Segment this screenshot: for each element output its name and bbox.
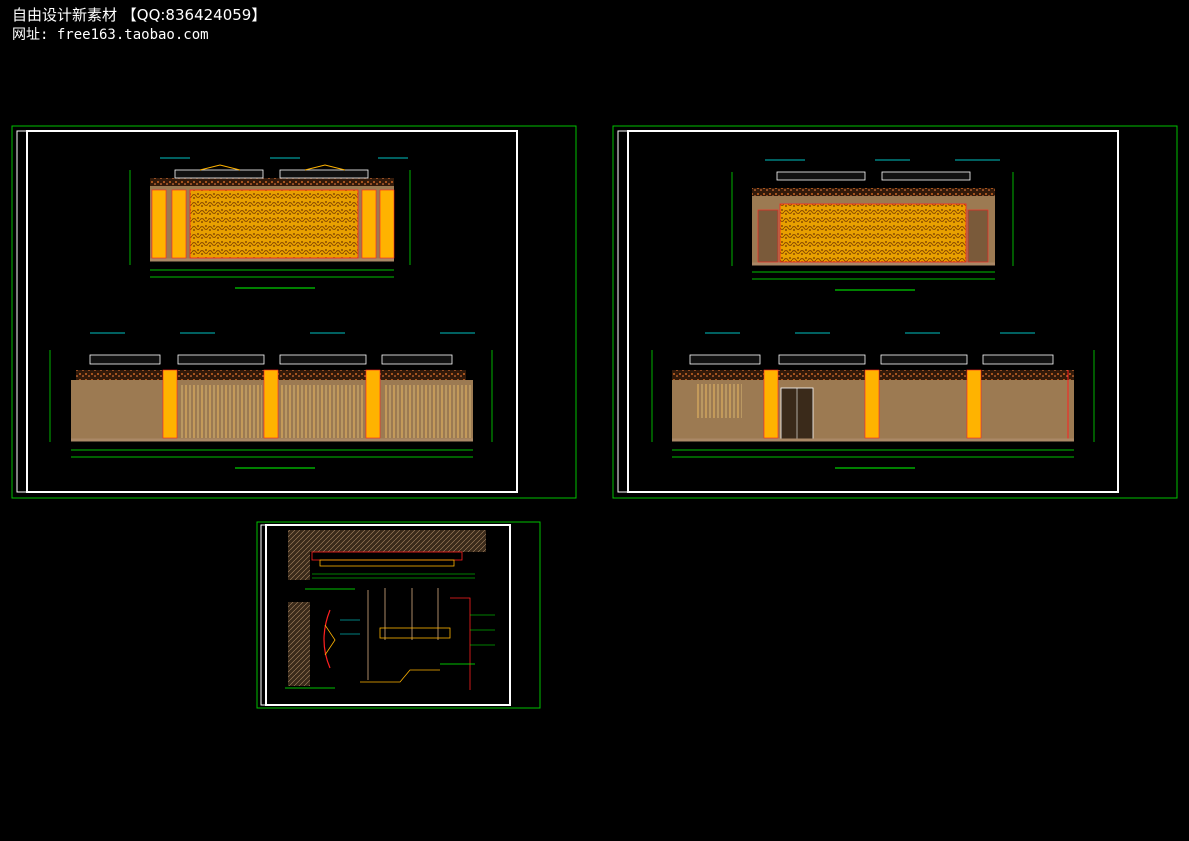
elevation-screen-wall-b: [731, 159, 1014, 291]
sheet-top-right: [612, 125, 1178, 499]
elevation-curtain-wall-a: [49, 332, 493, 469]
sheet-top-left: [11, 125, 577, 499]
elevation-screen-wall-a: [129, 157, 411, 289]
curtain-box-section-detail: [285, 588, 495, 690]
elevation-door-wall-b: [651, 332, 1095, 469]
cad-drawing-canvas: [11, 125, 1178, 709]
ceiling-section-detail: [288, 530, 486, 590]
sheet-bottom-details: [256, 521, 541, 709]
